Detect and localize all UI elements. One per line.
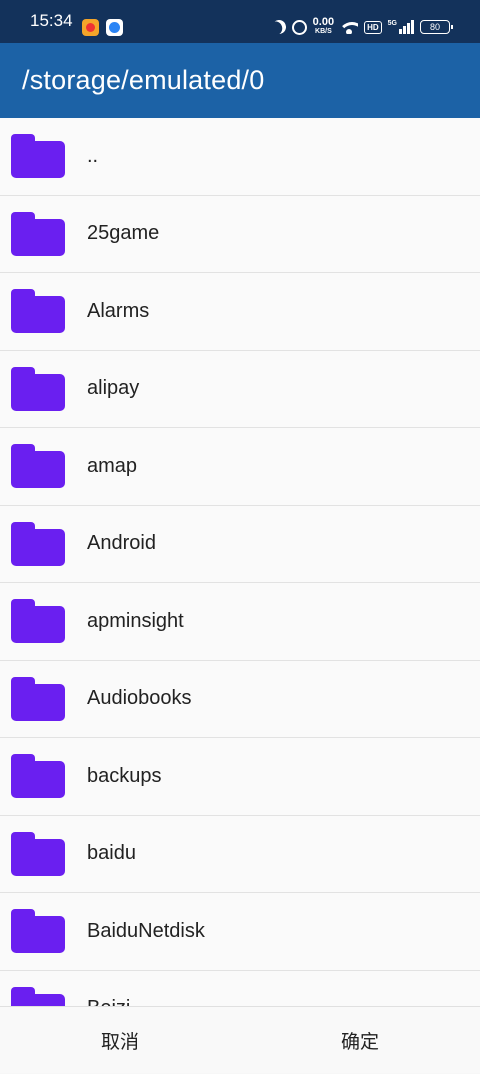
folder-icon [11, 831, 65, 876]
current-path-title: /storage/emulated/0 [22, 65, 265, 95]
folder-icon [11, 366, 65, 411]
folder-list[interactable]: .. 25game Alarms alipay amap Android apm… [0, 118, 480, 1006]
list-item-label: amap [87, 454, 138, 477]
list-item-label: .. [87, 144, 99, 167]
net-speed-unit: KB/S [315, 28, 332, 35]
folder-icon [11, 211, 65, 256]
folder-icon [11, 521, 65, 566]
status-time: 15:34 [30, 11, 73, 30]
list-item-label: backups [87, 764, 162, 787]
list-item[interactable]: Android [0, 506, 480, 583]
list-item[interactable]: Beizi [0, 971, 480, 1006]
folder-icon [11, 289, 65, 333]
dialog-action-bar: 取消 确定 [0, 1006, 480, 1073]
list-item[interactable]: 25game [0, 196, 480, 273]
battery-icon: 80 [420, 20, 453, 34]
list-item-label: apminsight [87, 609, 184, 632]
list-item-label: baidu [87, 842, 136, 865]
folder-icon [11, 986, 65, 1006]
list-item[interactable]: amap [0, 428, 480, 506]
list-item-label: Beizi [87, 997, 130, 1006]
net-speed: 0.00 KB/S [312, 16, 335, 36]
list-item-label: alipay [87, 377, 140, 400]
status-icons: 0.00 KB/S HD 5G 80 [270, 16, 453, 38]
blue-app-icon [106, 19, 123, 36]
wifi-icon [340, 20, 359, 34]
folder-icon [11, 444, 65, 488]
folder-icon [11, 754, 65, 798]
app-bar: /storage/emulated/0 [0, 43, 480, 118]
list-item-label: BaiduNetdisk [87, 919, 205, 942]
list-item[interactable]: alipay [0, 351, 480, 428]
alarm-icon [291, 19, 307, 35]
hd-icon: HD [364, 20, 382, 34]
list-item[interactable]: Alarms [0, 273, 480, 351]
list-item-label: 25game [87, 222, 160, 245]
network-label: 5G [387, 20, 397, 27]
folder-icon [11, 599, 65, 643]
list-item[interactable]: Audiobooks [0, 661, 480, 738]
list-item[interactable]: BaiduNetdisk [0, 893, 480, 971]
list-item[interactable]: backups [0, 738, 480, 816]
folder-icon [11, 676, 65, 721]
list-item-label: Alarms [87, 299, 150, 322]
list-item[interactable]: .. [0, 118, 480, 196]
list-item-label: Audiobooks [87, 687, 192, 710]
cancel-button[interactable]: 取消 [0, 1007, 240, 1074]
weibo-app-icon [82, 19, 99, 36]
status-bar: 15:34 0.00 KB/S HD 5G 80 [0, 0, 480, 43]
list-item[interactable]: baidu [0, 816, 480, 893]
list-item-label: Android [87, 532, 156, 555]
folder-icon [11, 909, 65, 953]
signal-icon: 5G [388, 20, 414, 34]
list-item[interactable]: apminsight [0, 583, 480, 661]
net-speed-value: 0.00 [312, 16, 335, 28]
confirm-button[interactable]: 确定 [240, 1007, 480, 1074]
folder-icon [11, 134, 65, 178]
moon-icon [270, 18, 288, 36]
